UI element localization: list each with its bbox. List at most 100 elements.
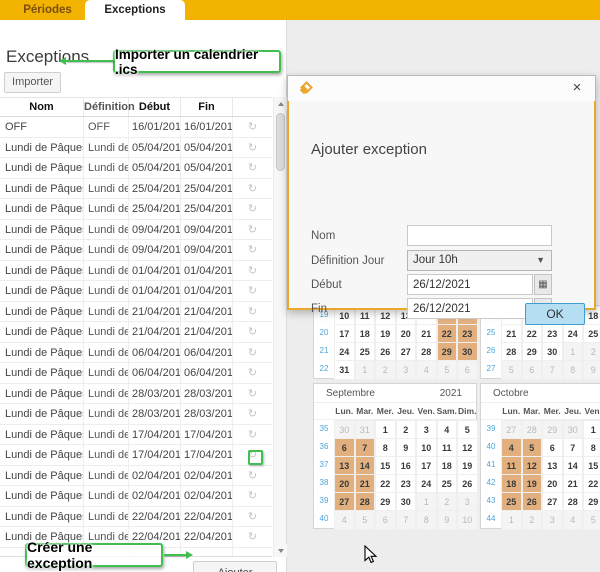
refresh-icon[interactable]: ↻ — [233, 343, 272, 363]
table-row[interactable]: Lundi de PâquesLundi de...21/04/201421/0… — [0, 302, 272, 323]
table-row[interactable]: Lundi de PâquesLundi de...17/04/201717/0… — [0, 425, 272, 446]
calendar-day-cell: 21 — [501, 324, 522, 344]
refresh-icon[interactable]: ↻ — [233, 507, 272, 527]
table-row[interactable]: Lundi de PâquesLundi de...17/04/201717/0… — [0, 445, 272, 466]
table-row[interactable]: Lundi de PâquesLundi de...09/04/201209/0… — [0, 240, 272, 261]
calendar-day-cell: 4 — [334, 510, 355, 530]
table-row[interactable]: Lundi de PâquesLundi de...05/04/201005/0… — [0, 138, 272, 159]
weekday-label: Mar. — [522, 403, 543, 420]
table-row[interactable]: Lundi de PâquesLundi de...01/04/201301/0… — [0, 261, 272, 282]
table-row[interactable]: Lundi de PâquesLundi de...06/04/201506/0… — [0, 343, 272, 364]
cell-fin: 09/04/2012 — [181, 220, 233, 240]
table-row[interactable]: Lundi de PâquesLundi de...21/04/201421/0… — [0, 322, 272, 343]
weekday-label: Sam. — [437, 403, 458, 420]
table-row[interactable]: Lundi de PâquesLundi de...02/04/201802/0… — [0, 486, 272, 507]
week-number: 35 — [314, 420, 334, 440]
refresh-icon[interactable]: ↻ — [233, 363, 272, 383]
tab-exceptions[interactable]: Exceptions — [85, 0, 185, 20]
column-header-nom[interactable]: Nom — [0, 98, 84, 116]
table-row[interactable]: Lundi de PâquesLundi de...22/04/201922/0… — [0, 507, 272, 528]
refresh-icon[interactable]: ↻ — [233, 486, 272, 506]
table-scrollbar[interactable] — [273, 97, 286, 557]
cell-fin: 21/04/2014 — [181, 322, 233, 342]
definition-jour-select[interactable]: Jour 10h ▼ — [407, 250, 552, 271]
ok-button[interactable]: OK — [525, 303, 585, 325]
cell-deb: 09/04/2012 — [129, 220, 181, 240]
weekday-label: Ven. — [416, 403, 437, 420]
table-row[interactable]: Lundi de PâquesLundi de...06/04/201506/0… — [0, 363, 272, 384]
cell-nom: Lundi de Pâques — [0, 363, 84, 383]
cell-deb: 01/04/2013 — [129, 261, 181, 281]
cell-deb: 06/04/2015 — [129, 343, 181, 363]
definition-jour-label: Définition Jour — [311, 255, 407, 267]
column-header-fin[interactable]: Fin — [181, 98, 233, 116]
table-row[interactable]: Lundi de PâquesLundi de...25/04/201125/0… — [0, 179, 272, 200]
refresh-icon[interactable]: ↻ — [233, 240, 272, 260]
calendar-day-cell: 22 — [375, 474, 396, 494]
calendar-week-row: 35303112345 — [314, 420, 476, 438]
calendar-day-cell: 3 — [542, 510, 563, 530]
close-icon[interactable]: × — [568, 79, 586, 96]
calendar-week-row: 3820212223242526 — [314, 474, 476, 492]
calendar-week-row: 4218192021222324 — [481, 474, 600, 492]
cell-nom: Lundi de Pâques — [0, 158, 84, 178]
calendar-day-cell: 30 — [457, 342, 478, 362]
column-header-definition[interactable]: Définition — [84, 98, 129, 116]
table-row[interactable]: Lundi de PâquesLundi de...28/03/201628/0… — [0, 404, 272, 425]
cell-fin: 17/04/2017 — [181, 445, 233, 465]
column-header-debut[interactable]: Début — [129, 98, 181, 116]
cell-deb: 02/04/2018 — [129, 466, 181, 486]
calendar-week-row: 2124252627282930 — [314, 342, 476, 360]
calendar-day-cell: 30 — [334, 420, 355, 440]
refresh-icon[interactable]: ↻ — [233, 117, 272, 137]
table-row[interactable]: Lundi de PâquesLundi de...05/04/201005/0… — [0, 158, 272, 179]
table-row[interactable]: Lundi de PâquesLundi de...09/04/201209/0… — [0, 220, 272, 241]
table-row[interactable]: Lundi de PâquesLundi de...02/04/201802/0… — [0, 466, 272, 487]
debut-datepicker-button[interactable]: ▦ — [534, 274, 552, 295]
debut-label: Début — [311, 279, 407, 291]
tab-periodes[interactable]: Périodes — [10, 0, 85, 20]
table-row[interactable]: Lundi de PâquesLundi de...25/04/201125/0… — [0, 199, 272, 220]
weekday-label: Mar. — [355, 403, 376, 420]
calendar-week-row: 4325262728293031 — [481, 492, 600, 510]
calendar-day-cell: 25 — [355, 342, 376, 362]
table-row[interactable]: Lundi de PâquesLundi de...28/03/201628/0… — [0, 384, 272, 405]
calendar-day-cell: 7 — [396, 510, 417, 530]
refresh-icon[interactable]: ↻ — [233, 404, 272, 424]
calendar-day-cell: 22 — [522, 324, 543, 344]
calendar-day-cell: 1 — [501, 510, 522, 530]
import-button[interactable]: Importer — [4, 72, 61, 93]
refresh-icon[interactable]: ↻ — [233, 261, 272, 281]
table-row[interactable]: OFFOFF16/01/201916/01/2019↻ — [0, 117, 272, 138]
cell-def: OFF — [84, 117, 129, 137]
refresh-icon[interactable]: ↻ — [233, 425, 272, 445]
scrollbar-thumb[interactable] — [276, 113, 285, 171]
scrollbar-up-button[interactable] — [274, 97, 287, 110]
refresh-icon[interactable]: ↻ — [233, 199, 272, 219]
add-exception-button[interactable]: Ajouter exception — [193, 561, 277, 572]
calendar-day-cell: 10 — [416, 438, 437, 458]
dialog-titlebar: × — [287, 75, 596, 101]
cell-def: Lundi de... — [84, 138, 129, 158]
refresh-icon[interactable]: ↻ — [233, 302, 272, 322]
refresh-icon[interactable]: ↻ — [233, 158, 272, 178]
exceptions-panel: Exceptions Importer Nom Définition Début… — [0, 20, 287, 572]
refresh-icon[interactable]: ↻ — [233, 179, 272, 199]
nom-field[interactable] — [407, 225, 552, 246]
refresh-icon[interactable]: ↻ — [233, 466, 272, 486]
scrollbar-down-button[interactable] — [274, 544, 287, 557]
refresh-icon[interactable]: ↻ — [233, 384, 272, 404]
cell-empty — [233, 548, 272, 558]
week-number: 40 — [481, 438, 501, 458]
refresh-icon[interactable]: ↻ — [233, 281, 272, 301]
fin-field[interactable] — [407, 298, 533, 319]
calendar-day-cell: 30 — [542, 342, 563, 362]
calendar-day-cell: 19 — [457, 456, 478, 476]
refresh-icon[interactable]: ↻ — [233, 527, 272, 547]
calendar-day-cell: 3 — [457, 492, 478, 512]
refresh-icon[interactable]: ↻ — [233, 220, 272, 240]
refresh-icon[interactable]: ↻ — [233, 322, 272, 342]
refresh-icon[interactable]: ↻ — [233, 138, 272, 158]
table-row[interactable]: Lundi de PâquesLundi de...01/04/201301/0… — [0, 281, 272, 302]
debut-field[interactable] — [407, 274, 533, 295]
